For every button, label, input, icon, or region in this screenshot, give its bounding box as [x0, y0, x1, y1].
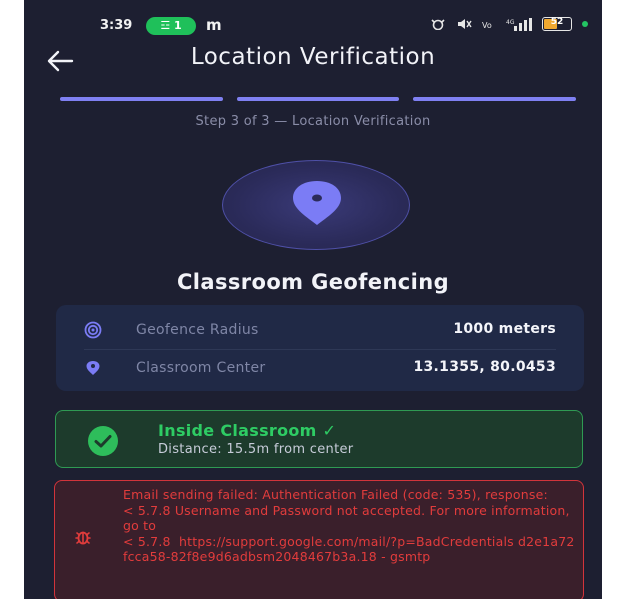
- location-pin-icon: [293, 181, 341, 225]
- status-icons: Vo 4G 52: [430, 17, 588, 31]
- error-card: Email sending failed: Authentication Fai…: [54, 480, 584, 599]
- progress-segment-1: [60, 97, 223, 101]
- checkmark-glyph: [94, 435, 112, 448]
- radius-icon: [84, 321, 102, 339]
- location-illustration: [222, 160, 410, 250]
- error-message: Email sending failed: Authentication Fai…: [123, 487, 575, 564]
- signal-icon: 4G: [506, 17, 532, 31]
- volte-icon: Vo: [482, 21, 492, 30]
- section-title: Classroom Geofencing: [176, 270, 450, 294]
- geofence-info-card: Geofence Radius 1000 meters Classroom Ce…: [56, 305, 584, 391]
- battery-level: 52: [550, 17, 564, 27]
- app-screen: 3:39 ☲ 1 m Vo 4G 52 Location Verificatio…: [24, 0, 602, 599]
- location-pin-icon: [86, 361, 100, 375]
- radius-label: Geofence Radius: [136, 322, 259, 338]
- carrier-glyph: m: [206, 16, 222, 34]
- location-status-card: Inside Classroom ✓ Distance: 15.5m from …: [55, 410, 583, 468]
- step-label: Step 3 of 3 — Location Verification: [195, 114, 431, 129]
- mute-icon: [458, 19, 472, 29]
- center-value: 13.1355, 80.0453: [413, 359, 556, 375]
- page-title: Location Verification: [190, 44, 436, 70]
- classroom-center-row: Classroom Center 13.1355, 80.0453: [56, 349, 584, 387]
- call-pill: ☲ 1: [146, 17, 196, 35]
- svg-text:Vo: Vo: [482, 21, 492, 30]
- step-progress: [60, 97, 577, 101]
- status-bar: 3:39 ☲ 1 m Vo 4G 52: [24, 14, 602, 38]
- progress-segment-3: [413, 97, 577, 101]
- center-label: Classroom Center: [136, 360, 266, 376]
- battery-icon: 52: [542, 17, 572, 31]
- status-title: Inside Classroom ✓: [158, 421, 337, 440]
- status-time: 3:39: [100, 18, 133, 33]
- radius-value: 1000 meters: [453, 321, 556, 337]
- geofence-radius-row: Geofence Radius 1000 meters: [56, 311, 584, 349]
- bug-icon: [75, 531, 91, 545]
- check-circle-icon: [88, 426, 118, 456]
- privacy-dot: [582, 21, 588, 27]
- svg-text:4G: 4G: [506, 19, 515, 26]
- alarm-icon: [431, 19, 445, 30]
- progress-segment-2: [236, 97, 400, 101]
- status-subtitle: Distance: 15.5m from center: [158, 442, 354, 457]
